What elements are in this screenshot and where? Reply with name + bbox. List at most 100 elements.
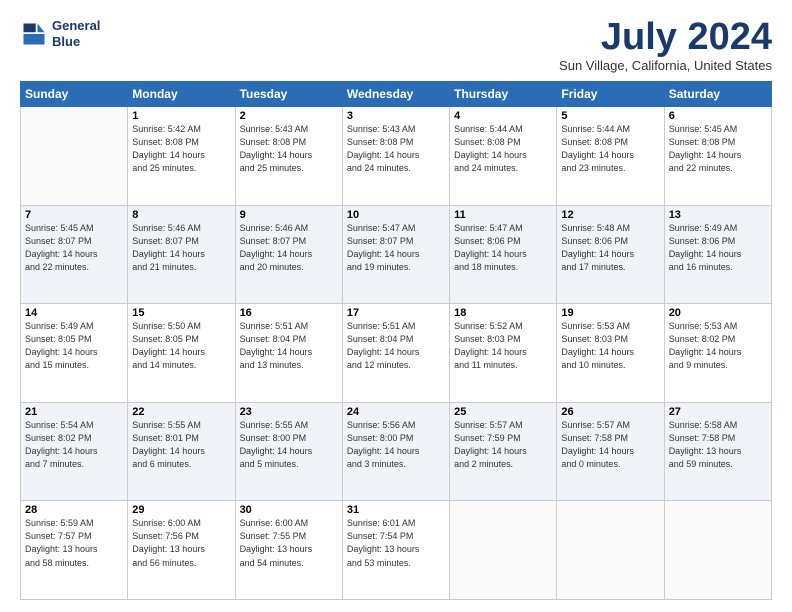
- day-number: 23: [240, 406, 338, 418]
- calendar-cell: [450, 501, 557, 600]
- calendar-cell: 2Sunrise: 5:43 AMSunset: 8:08 PMDaylight…: [235, 107, 342, 206]
- day-number: 6: [669, 110, 767, 122]
- calendar-cell: 29Sunrise: 6:00 AMSunset: 7:56 PMDayligh…: [128, 501, 235, 600]
- day-info: Sunrise: 5:44 AMSunset: 8:08 PMDaylight:…: [561, 123, 659, 175]
- day-info: Sunrise: 5:45 AMSunset: 8:07 PMDaylight:…: [25, 222, 123, 274]
- day-info: Sunrise: 5:59 AMSunset: 7:57 PMDaylight:…: [25, 517, 123, 569]
- day-info: Sunrise: 5:46 AMSunset: 8:07 PMDaylight:…: [240, 222, 338, 274]
- day-number: 7: [25, 209, 123, 221]
- day-number: 27: [669, 406, 767, 418]
- day-number: 8: [132, 209, 230, 221]
- logo-text: General Blue: [52, 18, 100, 49]
- day-info: Sunrise: 5:42 AMSunset: 8:08 PMDaylight:…: [132, 123, 230, 175]
- day-number: 13: [669, 209, 767, 221]
- title-block: July 2024 Sun Village, California, Unite…: [559, 18, 772, 73]
- day-number: 26: [561, 406, 659, 418]
- calendar-cell: 17Sunrise: 5:51 AMSunset: 8:04 PMDayligh…: [342, 304, 449, 403]
- calendar-week-row: 7Sunrise: 5:45 AMSunset: 8:07 PMDaylight…: [21, 205, 772, 304]
- calendar-week-row: 21Sunrise: 5:54 AMSunset: 8:02 PMDayligh…: [21, 402, 772, 501]
- day-number: 9: [240, 209, 338, 221]
- day-number: 10: [347, 209, 445, 221]
- day-number: 3: [347, 110, 445, 122]
- day-info: Sunrise: 6:01 AMSunset: 7:54 PMDaylight:…: [347, 517, 445, 569]
- calendar-cell: 8Sunrise: 5:46 AMSunset: 8:07 PMDaylight…: [128, 205, 235, 304]
- calendar-cell: 7Sunrise: 5:45 AMSunset: 8:07 PMDaylight…: [21, 205, 128, 304]
- calendar-cell: 4Sunrise: 5:44 AMSunset: 8:08 PMDaylight…: [450, 107, 557, 206]
- calendar-cell: 11Sunrise: 5:47 AMSunset: 8:06 PMDayligh…: [450, 205, 557, 304]
- day-info: Sunrise: 5:47 AMSunset: 8:06 PMDaylight:…: [454, 222, 552, 274]
- logo: General Blue: [20, 18, 100, 49]
- day-number: 5: [561, 110, 659, 122]
- calendar-week-row: 14Sunrise: 5:49 AMSunset: 8:05 PMDayligh…: [21, 304, 772, 403]
- month-title: July 2024: [559, 18, 772, 56]
- calendar-cell: 26Sunrise: 5:57 AMSunset: 7:58 PMDayligh…: [557, 402, 664, 501]
- calendar-header: Sunday Monday Tuesday Wednesday Thursday…: [21, 82, 772, 107]
- calendar-cell: 18Sunrise: 5:52 AMSunset: 8:03 PMDayligh…: [450, 304, 557, 403]
- day-info: Sunrise: 5:51 AMSunset: 8:04 PMDaylight:…: [240, 320, 338, 372]
- day-info: Sunrise: 5:55 AMSunset: 8:00 PMDaylight:…: [240, 419, 338, 471]
- calendar-cell: 31Sunrise: 6:01 AMSunset: 7:54 PMDayligh…: [342, 501, 449, 600]
- day-info: Sunrise: 5:46 AMSunset: 8:07 PMDaylight:…: [132, 222, 230, 274]
- day-info: Sunrise: 5:45 AMSunset: 8:08 PMDaylight:…: [669, 123, 767, 175]
- calendar-cell: 13Sunrise: 5:49 AMSunset: 8:06 PMDayligh…: [664, 205, 771, 304]
- day-number: 29: [132, 504, 230, 516]
- calendar-table: Sunday Monday Tuesday Wednesday Thursday…: [20, 81, 772, 600]
- calendar-cell: 12Sunrise: 5:48 AMSunset: 8:06 PMDayligh…: [557, 205, 664, 304]
- calendar-cell: 1Sunrise: 5:42 AMSunset: 8:08 PMDaylight…: [128, 107, 235, 206]
- calendar-cell: 27Sunrise: 5:58 AMSunset: 7:58 PMDayligh…: [664, 402, 771, 501]
- page: General Blue July 2024 Sun Village, Cali…: [0, 0, 792, 612]
- day-number: 18: [454, 307, 552, 319]
- calendar-cell: 10Sunrise: 5:47 AMSunset: 8:07 PMDayligh…: [342, 205, 449, 304]
- day-info: Sunrise: 5:58 AMSunset: 7:58 PMDaylight:…: [669, 419, 767, 471]
- calendar-cell: 28Sunrise: 5:59 AMSunset: 7:57 PMDayligh…: [21, 501, 128, 600]
- calendar-cell: 6Sunrise: 5:45 AMSunset: 8:08 PMDaylight…: [664, 107, 771, 206]
- calendar-week-row: 1Sunrise: 5:42 AMSunset: 8:08 PMDaylight…: [21, 107, 772, 206]
- day-number: 21: [25, 406, 123, 418]
- day-number: 24: [347, 406, 445, 418]
- day-number: 11: [454, 209, 552, 221]
- day-info: Sunrise: 5:52 AMSunset: 8:03 PMDaylight:…: [454, 320, 552, 372]
- day-number: 15: [132, 307, 230, 319]
- day-number: 25: [454, 406, 552, 418]
- weekday-row: Sunday Monday Tuesday Wednesday Thursday…: [21, 82, 772, 107]
- weekday-wednesday: Wednesday: [342, 82, 449, 107]
- weekday-monday: Monday: [128, 82, 235, 107]
- day-info: Sunrise: 5:57 AMSunset: 7:58 PMDaylight:…: [561, 419, 659, 471]
- calendar-cell: [21, 107, 128, 206]
- calendar-cell: 9Sunrise: 5:46 AMSunset: 8:07 PMDaylight…: [235, 205, 342, 304]
- day-number: 12: [561, 209, 659, 221]
- calendar-cell: 22Sunrise: 5:55 AMSunset: 8:01 PMDayligh…: [128, 402, 235, 501]
- day-number: 17: [347, 307, 445, 319]
- calendar-cell: 24Sunrise: 5:56 AMSunset: 8:00 PMDayligh…: [342, 402, 449, 501]
- calendar-cell: 21Sunrise: 5:54 AMSunset: 8:02 PMDayligh…: [21, 402, 128, 501]
- day-info: Sunrise: 6:00 AMSunset: 7:55 PMDaylight:…: [240, 517, 338, 569]
- day-info: Sunrise: 5:43 AMSunset: 8:08 PMDaylight:…: [347, 123, 445, 175]
- logo-icon: [20, 20, 48, 48]
- day-info: Sunrise: 5:55 AMSunset: 8:01 PMDaylight:…: [132, 419, 230, 471]
- day-number: 28: [25, 504, 123, 516]
- day-info: Sunrise: 5:49 AMSunset: 8:05 PMDaylight:…: [25, 320, 123, 372]
- calendar-cell: 3Sunrise: 5:43 AMSunset: 8:08 PMDaylight…: [342, 107, 449, 206]
- weekday-friday: Friday: [557, 82, 664, 107]
- calendar-cell: 23Sunrise: 5:55 AMSunset: 8:00 PMDayligh…: [235, 402, 342, 501]
- weekday-sunday: Sunday: [21, 82, 128, 107]
- day-number: 19: [561, 307, 659, 319]
- day-number: 16: [240, 307, 338, 319]
- weekday-saturday: Saturday: [664, 82, 771, 107]
- day-number: 2: [240, 110, 338, 122]
- day-number: 31: [347, 504, 445, 516]
- calendar-cell: [664, 501, 771, 600]
- day-info: Sunrise: 5:43 AMSunset: 8:08 PMDaylight:…: [240, 123, 338, 175]
- day-info: Sunrise: 5:54 AMSunset: 8:02 PMDaylight:…: [25, 419, 123, 471]
- day-number: 1: [132, 110, 230, 122]
- header: General Blue July 2024 Sun Village, Cali…: [20, 18, 772, 73]
- calendar-body: 1Sunrise: 5:42 AMSunset: 8:08 PMDaylight…: [21, 107, 772, 600]
- day-info: Sunrise: 5:49 AMSunset: 8:06 PMDaylight:…: [669, 222, 767, 274]
- calendar-cell: 30Sunrise: 6:00 AMSunset: 7:55 PMDayligh…: [235, 501, 342, 600]
- day-info: Sunrise: 5:51 AMSunset: 8:04 PMDaylight:…: [347, 320, 445, 372]
- day-info: Sunrise: 5:50 AMSunset: 8:05 PMDaylight:…: [132, 320, 230, 372]
- calendar-cell: 19Sunrise: 5:53 AMSunset: 8:03 PMDayligh…: [557, 304, 664, 403]
- day-info: Sunrise: 5:44 AMSunset: 8:08 PMDaylight:…: [454, 123, 552, 175]
- location: Sun Village, California, United States: [559, 58, 772, 73]
- calendar-week-row: 28Sunrise: 5:59 AMSunset: 7:57 PMDayligh…: [21, 501, 772, 600]
